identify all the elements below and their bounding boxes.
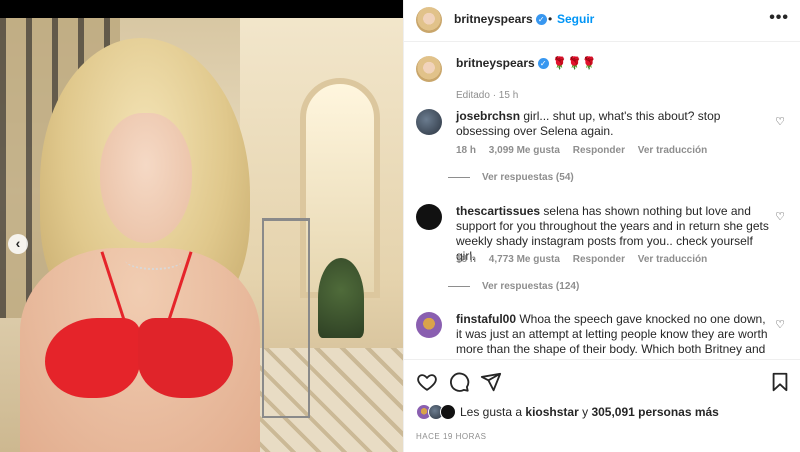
comments-list[interactable]: britneyspears ✓ 🌹🌹🌹 Editado · 15 h josebr… <box>404 43 800 358</box>
comment-like-heart-icon[interactable]: ♡ <box>774 116 786 128</box>
commenter-avatar[interactable] <box>416 204 442 230</box>
comment-item: finstaful00 Whoa the speech gave knocked… <box>416 312 796 358</box>
likes-prefix: Les gusta a <box>460 405 523 419</box>
person-face <box>100 113 192 243</box>
liker-avatar <box>440 404 456 420</box>
caption-avatar[interactable] <box>416 56 442 82</box>
commenter-avatar[interactable] <box>416 312 442 338</box>
commenter-username[interactable]: thescartissues <box>456 204 540 218</box>
bookmark-icon[interactable] <box>769 371 791 393</box>
follow-button[interactable]: Seguir <box>557 12 594 26</box>
likes-connector: y <box>582 405 589 419</box>
clothing-rack <box>262 218 310 418</box>
comment-reply-button[interactable]: Responder <box>573 254 625 265</box>
potted-plant <box>318 258 364 338</box>
view-replies-label: Ver respuestas (54) <box>482 172 574 183</box>
necklace <box>125 250 183 270</box>
caption-item: britneyspears ✓ 🌹🌹🌹 Editado · 15 h <box>416 56 796 101</box>
comment-likes[interactable]: 3,099 Me gusta <box>489 145 560 156</box>
view-replies-label: Ver respuestas (124) <box>482 281 580 292</box>
likes-user[interactable]: kioshstar <box>525 405 578 419</box>
comment-like-heart-icon[interactable]: ♡ <box>774 211 786 223</box>
author-name-row: britneyspears ✓ <box>454 12 547 26</box>
view-replies-button[interactable]: Ver respuestas (124) <box>448 281 579 292</box>
post-photo-panel: ‹ <box>0 0 403 452</box>
comment-time: 18 h <box>456 254 477 265</box>
likes-summary: Les gusta a kioshstar y 305,091 personas… <box>416 404 786 420</box>
comment-like-heart-icon[interactable]: ♡ <box>774 319 786 331</box>
comment-meta: 18 h 4,773 Me gusta Responder Ver traduc… <box>456 254 717 265</box>
replies-divider <box>448 176 470 178</box>
post-timestamp[interactable]: HACE 19 HORAS <box>416 432 487 441</box>
comment-time: 18 h <box>456 145 477 156</box>
carousel-prev-button[interactable]: ‹ <box>8 234 28 254</box>
caption-text: britneyspears ✓ 🌹🌹🌹 <box>456 56 774 71</box>
post-actions: Les gusta a kioshstar y 305,091 personas… <box>404 359 800 452</box>
commenter-username[interactable]: josebrchsn <box>456 109 520 123</box>
comment-translate-button[interactable]: Ver traducción <box>638 254 707 265</box>
header-separator: • <box>548 12 553 26</box>
caption-body: 🌹🌹🌹 <box>552 56 597 70</box>
comment-icon[interactable] <box>448 371 470 393</box>
commenter-username[interactable]: finstaful00 <box>456 312 516 326</box>
bikini-top-left <box>45 318 140 398</box>
replies-divider <box>448 285 470 287</box>
comment-reply-button[interactable]: Responder <box>573 145 625 156</box>
comment-meta: 18 h 3,099 Me gusta Responder Ver traduc… <box>456 145 717 156</box>
view-replies-button[interactable]: Ver respuestas (54) <box>448 172 574 183</box>
caption-username[interactable]: britneyspears <box>456 56 535 70</box>
likes-text: Les gusta a kioshstar y 305,091 personas… <box>460 405 719 419</box>
send-icon[interactable] <box>480 371 502 393</box>
heart-icon[interactable] <box>416 371 438 393</box>
caption-timestamp: Editado · 15 h <box>456 90 519 101</box>
comment-likes[interactable]: 4,773 Me gusta <box>489 254 560 265</box>
post-detail-panel: britneyspears ✓ • Seguir ••• britneyspear… <box>403 0 800 452</box>
author-username[interactable]: britneyspears <box>454 12 533 26</box>
verified-badge-icon: ✓ <box>537 58 549 70</box>
comment-text: josebrchsn girl... shut up, what's this … <box>456 109 774 139</box>
post-header: britneyspears ✓ • Seguir ••• <box>404 0 800 42</box>
post-image[interactable] <box>0 18 403 452</box>
comment-text: finstaful00 Whoa the speech gave knocked… <box>456 312 774 357</box>
likes-count[interactable]: 305,091 personas más <box>591 405 718 419</box>
comment-translate-button[interactable]: Ver traducción <box>638 145 707 156</box>
more-options-icon[interactable]: ••• <box>769 9 789 27</box>
commenter-avatar[interactable] <box>416 109 442 135</box>
verified-badge-icon: ✓ <box>535 14 547 26</box>
author-avatar[interactable] <box>416 7 442 33</box>
